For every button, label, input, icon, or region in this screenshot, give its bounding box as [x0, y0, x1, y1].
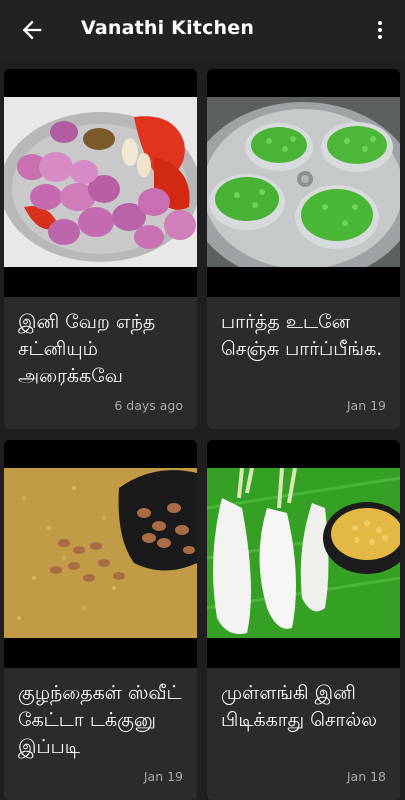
video-title: பார்த்த உடனே செஞ்சு பார்ப்பீங்க.: [221, 311, 383, 360]
video-card[interactable]: குழந்தைகள் ஸ்வீட் கேட்டா டக்குனு இப்படி …: [4, 440, 197, 800]
video-thumbnail[interactable]: [207, 69, 400, 297]
video-card[interactable]: முள்ளங்கி இனி பிடிக்காது சொல்ல Jan 18: [207, 440, 400, 800]
video-thumbnail[interactable]: [4, 69, 197, 297]
page-title: Vanathi Kitchen: [81, 17, 255, 39]
onion-tomato-image: [4, 97, 197, 267]
video-date: 6 days ago: [114, 398, 183, 413]
video-card[interactable]: பார்த்த உடனே செஞ்சு பார்ப்பீங்க. Jan 19: [207, 69, 400, 429]
video-title: இனி வேற எந்த சட்னியும் அரைக்கவே: [18, 311, 156, 387]
video-date: Jan 19: [143, 769, 183, 784]
video-date: Jan 19: [346, 398, 386, 413]
video-thumbnail[interactable]: [207, 440, 400, 668]
arrow-back-icon[interactable]: [18, 16, 46, 44]
video-card[interactable]: இனி வேற எந்த சட்னியும் அரைக்கவே 6 days a…: [4, 69, 197, 429]
video-title: முள்ளங்கி இனி பிடிக்காது சொல்ல: [221, 682, 377, 731]
radish-dal-image: [207, 468, 400, 638]
app-bar: Vanathi Kitchen: [0, 0, 405, 60]
more-vert-icon[interactable]: [368, 16, 392, 44]
video-thumbnail[interactable]: [4, 440, 197, 668]
moong-dal-peanuts-image: [4, 468, 197, 638]
video-title: குழந்தைகள் ஸ்வீட் கேட்டா டக்குனு இப்படி: [18, 682, 182, 758]
video-date: Jan 18: [346, 769, 386, 784]
green-peas-idli-plate-image: [207, 97, 400, 267]
